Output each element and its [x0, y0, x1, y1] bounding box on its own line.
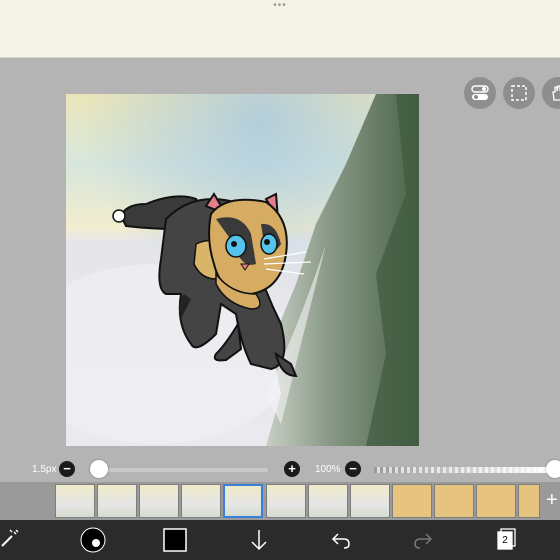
selection-tool-button[interactable] — [503, 77, 535, 109]
redo-button[interactable] — [412, 520, 434, 560]
frame-thumbnail[interactable] — [266, 484, 306, 518]
brush-size-label: 1.5px — [32, 464, 57, 475]
selection-dashed-icon — [511, 85, 527, 101]
modify-tool-button[interactable] — [0, 520, 22, 560]
magic-wand-icon — [1, 529, 19, 547]
arrow-down-icon — [251, 530, 267, 551]
bottom-toolbar: 2 — [0, 520, 560, 560]
brush-icon — [80, 527, 106, 553]
color-swatch-icon — [163, 528, 187, 552]
artwork-canvas[interactable] — [66, 94, 419, 446]
artwork-image — [66, 94, 419, 446]
top-bar: ••• — [0, 0, 560, 58]
slider-row: 1.5px − + 100% − — [0, 458, 560, 482]
brush-size-decrease-button[interactable]: − — [59, 461, 75, 477]
frame-thumbnail[interactable] — [55, 484, 95, 518]
frame-thumbnail[interactable] — [518, 484, 540, 518]
frame-thumbnail[interactable] — [350, 484, 390, 518]
frame-thumbnail[interactable] — [308, 484, 348, 518]
opacity-label: 100% — [315, 464, 341, 475]
window-grabber[interactable]: ••• — [270, 1, 290, 11]
frame-thumbnail-selected[interactable] — [223, 484, 263, 518]
layers-count: 2 — [502, 535, 508, 546]
color-picker-button[interactable] — [163, 520, 187, 560]
frame-thumbnail[interactable] — [476, 484, 516, 518]
toggle-switch-icon — [471, 85, 489, 100]
layers-button[interactable]: 2 — [494, 520, 520, 560]
undo-icon — [331, 533, 350, 549]
download-button[interactable] — [248, 520, 270, 560]
brush-size-knob[interactable] — [90, 460, 108, 478]
brush-size-increase-button[interactable]: + — [284, 461, 300, 477]
opacity-decrease-button[interactable]: − — [345, 461, 361, 477]
frame-thumbnail[interactable] — [181, 484, 221, 518]
frame-thumbnail[interactable] — [139, 484, 179, 518]
frame-thumbnail[interactable] — [434, 484, 474, 518]
brush-size-track[interactable] — [98, 468, 268, 472]
frame-thumbnail[interactable] — [392, 484, 432, 518]
opacity-knob[interactable] — [546, 460, 560, 478]
add-frame-button[interactable]: + — [546, 490, 558, 510]
undo-button[interactable] — [330, 520, 352, 560]
redo-icon — [414, 533, 433, 549]
opacity-track[interactable] — [374, 467, 554, 473]
brush-picker-button[interactable] — [80, 520, 106, 560]
toggle-tool-button[interactable] — [464, 77, 496, 109]
frames-strip[interactable]: + — [0, 482, 560, 520]
hand-tool-icon — [552, 85, 560, 101]
frame-thumbnail[interactable] — [97, 484, 137, 518]
